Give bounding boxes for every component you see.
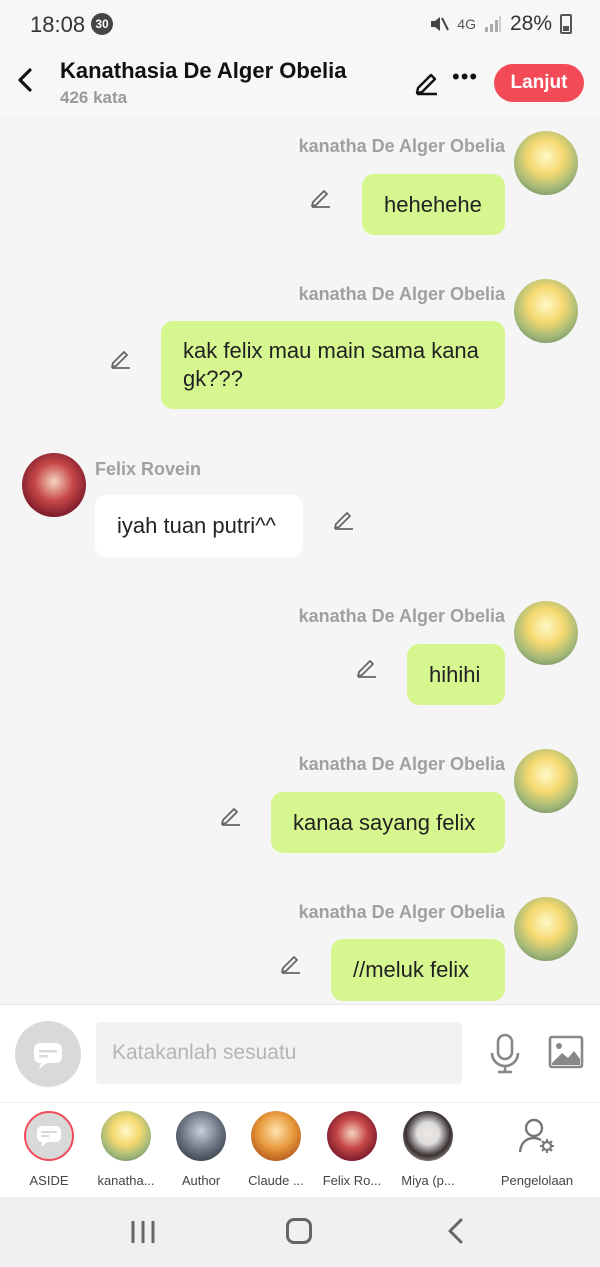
edit-message-icon[interactable] (331, 505, 357, 531)
message-bubble[interactable]: kanaa sayang felix (271, 792, 505, 853)
edit-message-icon[interactable] (218, 801, 244, 827)
chat-area[interactable]: kanatha De Alger Obelia hehehehe kanatha… (0, 116, 600, 1004)
battery-percent: 28% (509, 12, 552, 35)
page-title: Kanathasia De Alger Obelia (60, 58, 347, 83)
character-name: Felix Ro... (322, 1173, 382, 1188)
more-options-icon[interactable]: ••• (452, 66, 478, 94)
message-bubble[interactable]: hihihi (407, 644, 505, 705)
edit-message-icon[interactable] (278, 949, 304, 975)
aside-avatar (24, 1111, 74, 1161)
message-bubble[interactable]: //meluk felix (331, 939, 505, 1001)
character-felix[interactable]: Felix Ro... (316, 1111, 388, 1188)
character-author[interactable]: Author (165, 1111, 237, 1188)
microphone-icon[interactable] (488, 1033, 522, 1075)
avatar[interactable] (514, 131, 578, 195)
sender-name: kanatha De Alger Obelia (298, 902, 505, 922)
avatar[interactable] (514, 279, 578, 343)
aside-button[interactable] (15, 1021, 81, 1087)
status-bar: 18:08 30 4G 28% (0, 0, 600, 50)
character-name: ASIDE (29, 1173, 69, 1188)
edit-pencil-icon[interactable] (413, 68, 441, 96)
character-name: Miya (p... (401, 1173, 455, 1188)
mute-icon (431, 17, 450, 31)
next-button[interactable]: Lanjut (494, 64, 584, 102)
signal-icon (484, 16, 501, 32)
character-kanatha[interactable]: kanatha... (90, 1111, 162, 1188)
chat-header: Kanathasia De Alger Obelia 426 kata ••• … (0, 50, 600, 116)
character-avatar (251, 1111, 301, 1161)
avatar[interactable] (514, 897, 578, 961)
character-name: Claude ... (248, 1173, 304, 1188)
system-nav-bar (0, 1197, 600, 1267)
image-icon[interactable] (548, 1035, 584, 1069)
character-aside[interactable]: ASIDE (13, 1111, 85, 1188)
home-icon[interactable] (286, 1218, 312, 1244)
character-name: kanatha... (97, 1173, 155, 1188)
word-count: 426 kata (60, 88, 128, 107)
character-avatar (176, 1111, 226, 1161)
aside-bubble-icon (34, 1043, 62, 1069)
character-bar: ASIDE kanatha... Author Claude ... Felix… (0, 1102, 600, 1197)
avatar[interactable] (22, 453, 86, 517)
nav-back-icon[interactable] (444, 1217, 466, 1245)
composer-bar (0, 1004, 600, 1102)
character-avatar (327, 1111, 377, 1161)
recent-apps-icon[interactable] (128, 1219, 158, 1245)
character-management[interactable]: Pengelolaan (494, 1111, 580, 1188)
status-time: 18:08 (30, 12, 86, 37)
sender-name: kanatha De Alger Obelia (298, 136, 505, 156)
notification-count-badge: 30 (91, 13, 113, 35)
sender-name: kanatha De Alger Obelia (298, 284, 505, 304)
character-miya[interactable]: Miya (p... (392, 1111, 464, 1188)
character-claude[interactable]: Claude ... (240, 1111, 312, 1188)
message-bubble[interactable]: iyah tuan putri^^ (95, 495, 303, 557)
manage-user-icon (512, 1111, 562, 1161)
sender-name: kanatha De Alger Obelia (298, 606, 505, 626)
character-avatar (101, 1111, 151, 1161)
aside-bubble-icon (37, 1126, 61, 1147)
edit-message-icon[interactable] (108, 344, 134, 370)
character-name: Pengelolaan (500, 1173, 574, 1188)
sender-name: kanatha De Alger Obelia (298, 754, 505, 774)
avatar[interactable] (514, 749, 578, 813)
sender-name: Felix Rovein (95, 459, 202, 479)
message-bubble[interactable]: hehehehe (362, 174, 505, 235)
message-bubble[interactable]: kak felix mau main sama kana gk??? (161, 321, 505, 409)
message-input[interactable] (96, 1022, 462, 1084)
back-arrow-icon[interactable] (12, 64, 40, 96)
edit-message-icon[interactable] (308, 183, 334, 209)
avatar[interactable] (514, 601, 578, 665)
battery-icon (560, 14, 572, 34)
character-avatar (403, 1111, 453, 1161)
edit-message-icon[interactable] (354, 653, 380, 679)
character-name: Author (181, 1173, 221, 1188)
network-type: 4G (457, 16, 476, 32)
